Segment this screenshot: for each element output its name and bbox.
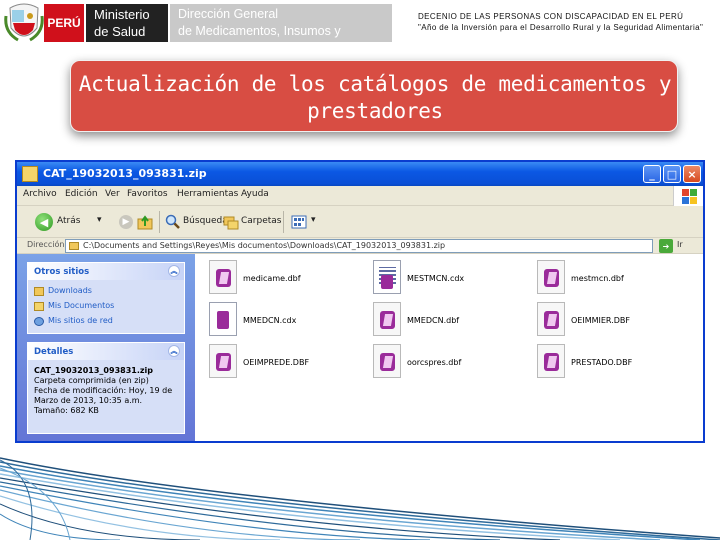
go-button-label[interactable]: Ir xyxy=(677,240,683,249)
header: PERÚ Ministerio de Salud Dirección Gener… xyxy=(0,0,720,55)
menu-herramientas[interactable]: Herramientas xyxy=(177,189,238,199)
back-dropdown-icon[interactable]: ▾ xyxy=(97,215,102,225)
dbf-file-icon xyxy=(537,344,565,378)
explorer-window: CAT_19032013_093831.zip _ □ × Archivo Ed… xyxy=(15,160,705,443)
detail-modified: Fecha de modificación: Hoy, 19 de xyxy=(34,386,173,395)
go-arrow-icon[interactable]: ➔ xyxy=(659,239,673,253)
maximize-button[interactable]: □ xyxy=(663,165,681,183)
address-input[interactable]: C:\Documents and Settings\Reyes\Mis docu… xyxy=(65,239,653,253)
dbf-file-icon xyxy=(209,344,237,378)
decorative-lines xyxy=(0,457,720,540)
back-button-label[interactable]: Atrás xyxy=(57,216,80,226)
file-list: medicame.dbf MESTMCN.cdx mestmcn.dbf MME… xyxy=(195,254,703,441)
menu-ayuda[interactable]: Ayuda xyxy=(241,189,269,199)
menu-archivo[interactable]: Archivo xyxy=(23,189,57,199)
documents-folder-icon xyxy=(34,302,44,311)
toolbar-separator xyxy=(159,211,160,233)
address-bar: Dirección C:\Documents and Settings\Reye… xyxy=(17,238,703,254)
views-icon[interactable] xyxy=(291,214,307,230)
toolbar: ◀ Atrás ▾ ▶ Búsqueda Carpetas ▾ xyxy=(17,206,703,238)
up-folder-icon[interactable] xyxy=(137,214,153,230)
other-place-network[interactable]: Mis sitios de red xyxy=(28,314,184,329)
task-pane: Otros sitios ︽ Downloads Mis Documentos … xyxy=(17,254,195,441)
search-icon[interactable] xyxy=(165,214,181,230)
minimize-button[interactable]: _ xyxy=(643,165,661,183)
detail-name: CAT_19032013_093831.zip xyxy=(34,366,153,375)
detail-modified-date: Marzo de 2013, 10:35 a.m. xyxy=(34,396,143,405)
search-button-label[interactable]: Búsqueda xyxy=(183,216,228,226)
other-place-mis-documentos[interactable]: Mis Documentos xyxy=(28,299,184,314)
other-place-downloads[interactable]: Downloads xyxy=(28,284,184,299)
dbf-file-icon xyxy=(537,260,565,294)
menu-edicion[interactable]: Edición xyxy=(65,189,98,199)
detail-type: Carpeta comprimida (en zip) xyxy=(34,376,149,385)
details-header[interactable]: Detalles ︽ xyxy=(28,343,184,360)
other-places-panel: Otros sitios ︽ Downloads Mis Documentos … xyxy=(27,262,185,334)
back-arrow-icon[interactable]: ◀ xyxy=(35,213,53,231)
collapse-chevron-icon[interactable]: ︽ xyxy=(168,345,180,357)
folder-icon xyxy=(34,287,44,296)
network-icon xyxy=(34,317,44,326)
menu-favoritos[interactable]: Favoritos xyxy=(127,189,168,199)
ministerio-label: Ministerio de Salud xyxy=(86,4,168,42)
window-title: CAT_19032013_093831.zip xyxy=(43,167,207,180)
folders-icon[interactable] xyxy=(223,214,239,230)
peru-label: PERÚ xyxy=(44,4,84,42)
forward-arrow-icon[interactable]: ▶ xyxy=(119,215,133,229)
dbf-file-icon xyxy=(537,302,565,336)
menu-bar: Archivo Edición Ver Favoritos Herramient… xyxy=(17,186,703,206)
other-places-header[interactable]: Otros sitios ︽ xyxy=(28,263,184,280)
slide-title-box: Actualización de los catálogos de medica… xyxy=(70,60,678,132)
dbf-file-icon xyxy=(209,260,237,294)
slide-title: Actualización de los catálogos de medica… xyxy=(78,72,672,123)
detail-size: Tamaño: 682 KB xyxy=(34,406,99,415)
direccion-general-label: Dirección General de Medicamentos, Insum… xyxy=(170,4,392,55)
coat-of-arms-icon xyxy=(4,3,44,42)
cdx-file-icon xyxy=(373,260,401,294)
dbf-file-icon xyxy=(373,344,401,378)
address-path: C:\Documents and Settings\Reyes\Mis docu… xyxy=(83,241,446,250)
toolbar-separator xyxy=(283,211,284,233)
close-button[interactable]: × xyxy=(683,165,701,183)
collapse-chevron-icon[interactable]: ︽ xyxy=(168,265,180,277)
details-panel: Detalles ︽ CAT_19032013_093831.zip Carpe… xyxy=(27,342,185,434)
folders-button-label[interactable]: Carpetas xyxy=(241,216,281,226)
zip-folder-icon xyxy=(22,166,38,182)
cdx-file-icon xyxy=(209,302,237,336)
folder-icon xyxy=(69,242,79,250)
dbf-file-icon xyxy=(373,302,401,336)
views-dropdown-icon[interactable]: ▾ xyxy=(311,215,316,225)
windows-logo-icon xyxy=(673,186,703,206)
window-titlebar[interactable]: CAT_19032013_093831.zip _ □ × xyxy=(17,162,703,186)
menu-ver[interactable]: Ver xyxy=(105,189,120,199)
address-label: Dirección xyxy=(27,240,65,249)
decenio-text: DECENIO DE LAS PERSONAS CON DISCAPACIDAD… xyxy=(418,12,704,32)
